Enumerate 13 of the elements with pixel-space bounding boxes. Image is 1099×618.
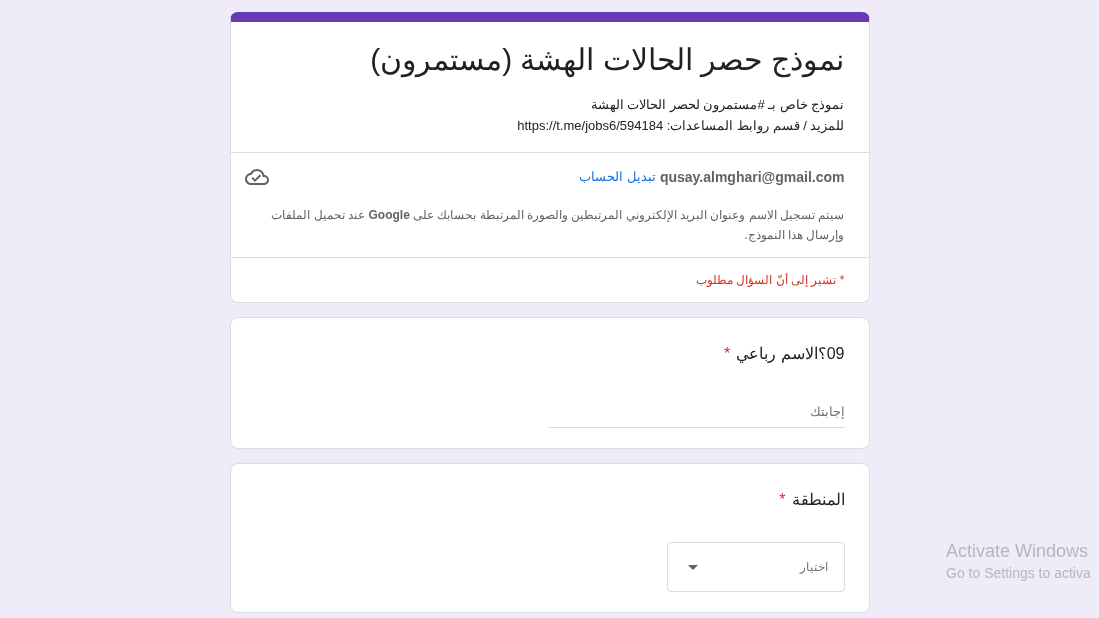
- dropdown-caret-icon: [687, 564, 698, 570]
- switch-account-link[interactable]: تبديل الحساب: [579, 167, 656, 187]
- answer-field[interactable]: إجابتك: [548, 396, 845, 428]
- form-title: نموذج حصر الحالات الهشة (مستمرون): [369, 42, 845, 80]
- form-description-line: نموذج خاص بـ #مستمرون لحصر الحالات الهشة: [589, 96, 845, 115]
- required-asterisk: *: [724, 344, 731, 364]
- form-description-line: للمزيد / قسم روابط المساعدات: https://t.me/jobs6/594184: [516, 117, 845, 136]
- account-email: qusay.almghari@gmail.com: [659, 167, 845, 187]
- choice-dropdown[interactable]: اختيار: [666, 542, 845, 592]
- required-note: * تشير إلى أنّ السؤال مطلوب: [230, 257, 869, 302]
- required-asterisk: *: [779, 490, 786, 510]
- question-title: المنطقة: [791, 490, 845, 510]
- question-title: 09؟الاسم رباعي: [736, 344, 845, 365]
